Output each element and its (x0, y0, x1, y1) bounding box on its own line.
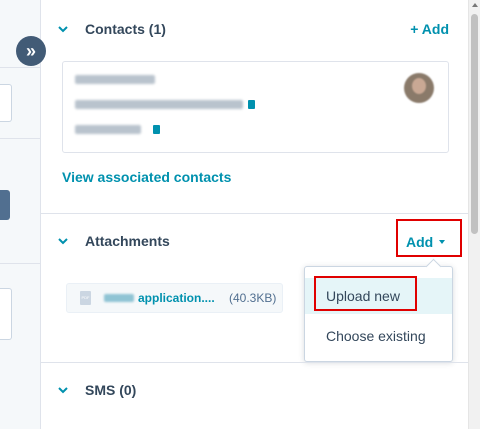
add-attachment-dropdown: Upload new Choose existing (304, 258, 453, 362)
contact-card[interactable] (62, 61, 449, 153)
sms-section-title: SMS (0) (85, 382, 137, 398)
attachment-item[interactable]: PDF application.... (40.3KB) (66, 283, 283, 313)
chevron-down-icon (58, 26, 68, 33)
left-partial-button[interactable] (0, 190, 10, 220)
section-divider (41, 362, 469, 363)
dropdown-notch (425, 258, 442, 275)
contact-email-blurred (75, 100, 243, 109)
add-contact-link[interactable]: + Add (410, 21, 449, 37)
left-divider (0, 138, 40, 139)
left-partial-field[interactable] (0, 84, 12, 122)
file-name-prefix-blurred (104, 294, 134, 302)
copy-icon[interactable] (153, 125, 160, 134)
left-divider (0, 263, 40, 264)
vertical-scrollbar[interactable] (468, 0, 480, 429)
attachments-section-header[interactable]: Attachments (41, 226, 469, 256)
scroll-up-arrow-icon[interactable] (472, 3, 478, 7)
caret-down-icon (439, 240, 446, 244)
menu-item-label: Choose existing (326, 328, 426, 344)
contacts-section-title: Contacts (1) (85, 21, 166, 37)
section-divider (41, 213, 469, 214)
left-divider (0, 67, 40, 68)
contact-avatar[interactable] (404, 73, 434, 103)
attachment-file-size: (40.3KB) (229, 291, 277, 305)
add-attachment-label: Add (406, 234, 434, 250)
menu-item-choose-existing[interactable]: Choose existing (305, 318, 452, 354)
sms-section-header[interactable]: SMS (0) (41, 375, 469, 405)
contact-name-blurred (75, 75, 155, 84)
double-chevron-right-icon: » (25, 40, 36, 61)
scrollbar-thumb[interactable] (471, 14, 478, 234)
left-partial-card[interactable] (0, 288, 12, 340)
add-attachment-button[interactable]: Add (406, 229, 466, 255)
attachments-section-title: Attachments (85, 233, 170, 249)
view-associated-contacts-link[interactable]: View associated contacts (62, 169, 231, 185)
menu-item-label: Upload new (326, 288, 400, 304)
attachment-file-name[interactable]: application.... (138, 291, 215, 305)
collapse-sidebar-button[interactable]: » (16, 36, 46, 66)
right-sidebar-panel: Contacts (1) + Add View associated conta… (40, 0, 469, 429)
contact-phone-blurred (75, 125, 141, 134)
pdf-icon: PDF (80, 291, 91, 305)
menu-item-upload-new[interactable]: Upload new (305, 278, 452, 314)
contacts-section-header[interactable]: Contacts (1) + Add (41, 14, 469, 44)
chevron-down-icon (58, 387, 68, 394)
copy-icon[interactable] (248, 100, 255, 109)
chevron-down-icon (58, 238, 68, 245)
